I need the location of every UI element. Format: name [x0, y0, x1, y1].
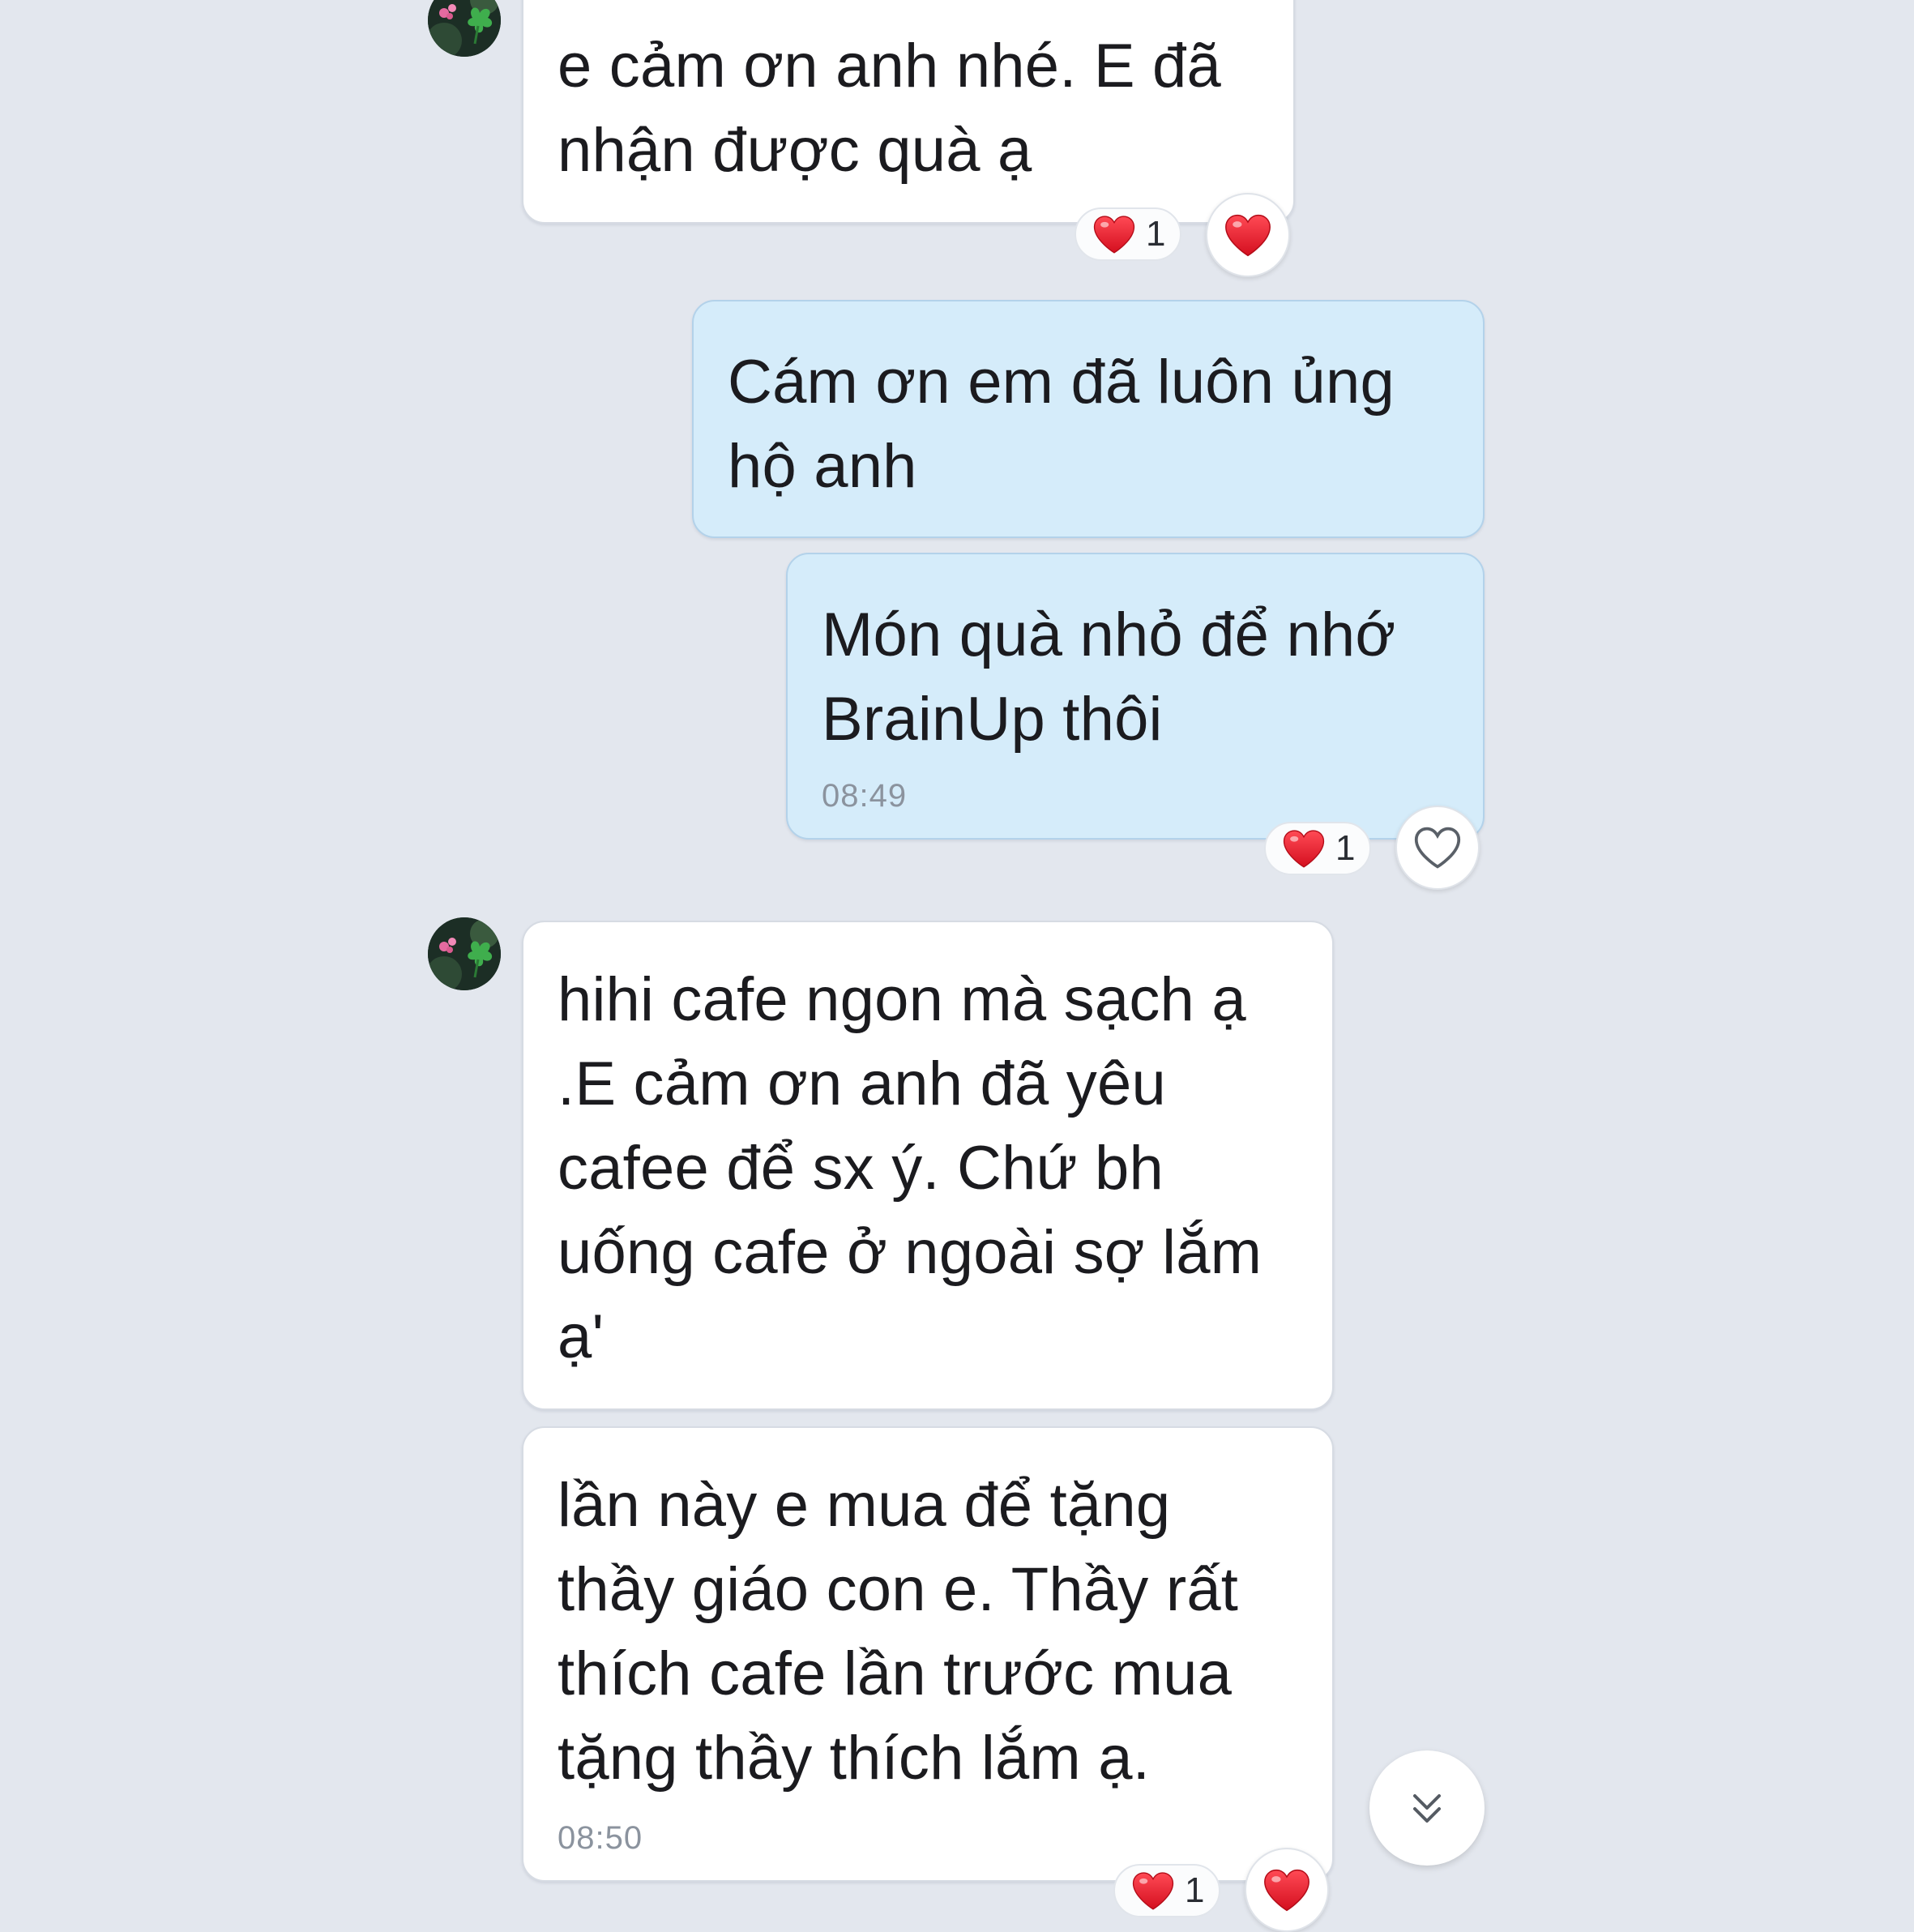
heart-icon — [1131, 1870, 1175, 1911]
contact-avatar[interactable] — [428, 917, 501, 990]
heart-icon — [1224, 212, 1272, 258]
message-text: e cảm ơn anh nhé. E đã nhận được quà ạ — [558, 32, 1221, 185]
message-bubble-incoming[interactable]: e cảm ơn anh nhé. E đã nhận được quà ạ — [522, 0, 1295, 224]
heart-icon — [1282, 828, 1326, 869]
react-button[interactable] — [1206, 193, 1290, 277]
scroll-to-bottom-button[interactable] — [1369, 1750, 1485, 1866]
react-button[interactable] — [1395, 806, 1480, 890]
message-text: hihi cafe ngon mà sạch ạ .E cảm ơn anh đ… — [558, 965, 1262, 1371]
chevrons-down-icon — [1413, 1794, 1441, 1823]
reaction-summary[interactable]: 1 — [1074, 207, 1182, 261]
reaction-summary[interactable]: 1 — [1264, 822, 1372, 875]
react-button[interactable] — [1245, 1848, 1329, 1932]
reaction-count: 1 — [1146, 214, 1166, 254]
reaction-count: 1 — [1185, 1870, 1205, 1910]
message-timestamp: 08:50 — [558, 1820, 643, 1856]
message-bubble-outgoing[interactable]: Cám ơn em đã luôn ủng hộ anh — [692, 300, 1485, 538]
heart-outline-icon — [1414, 827, 1461, 869]
message-text: Cám ơn em đã luôn ủng hộ anh — [728, 348, 1395, 501]
message-timestamp: 08:49 — [822, 778, 908, 814]
message-bubble-incoming[interactable]: lần này e mua để tặng thầy giáo con e. T… — [522, 1426, 1334, 1882]
reaction-count: 1 — [1335, 828, 1356, 868]
message-text: Món quà nhỏ để nhớ BrainUp thôi — [822, 601, 1396, 754]
contact-avatar[interactable] — [428, 0, 501, 57]
heart-icon — [1092, 214, 1136, 254]
message-text: lần này e mua để tặng thầy giáo con e. T… — [558, 1471, 1239, 1793]
message-bubble-outgoing[interactable]: Món quà nhỏ để nhớ BrainUp thôi 08:49 — [786, 553, 1485, 840]
heart-icon — [1262, 1867, 1311, 1913]
message-bubble-incoming[interactable]: hihi cafe ngon mà sạch ạ .E cảm ơn anh đ… — [522, 921, 1334, 1410]
reaction-summary[interactable]: 1 — [1113, 1864, 1221, 1917]
